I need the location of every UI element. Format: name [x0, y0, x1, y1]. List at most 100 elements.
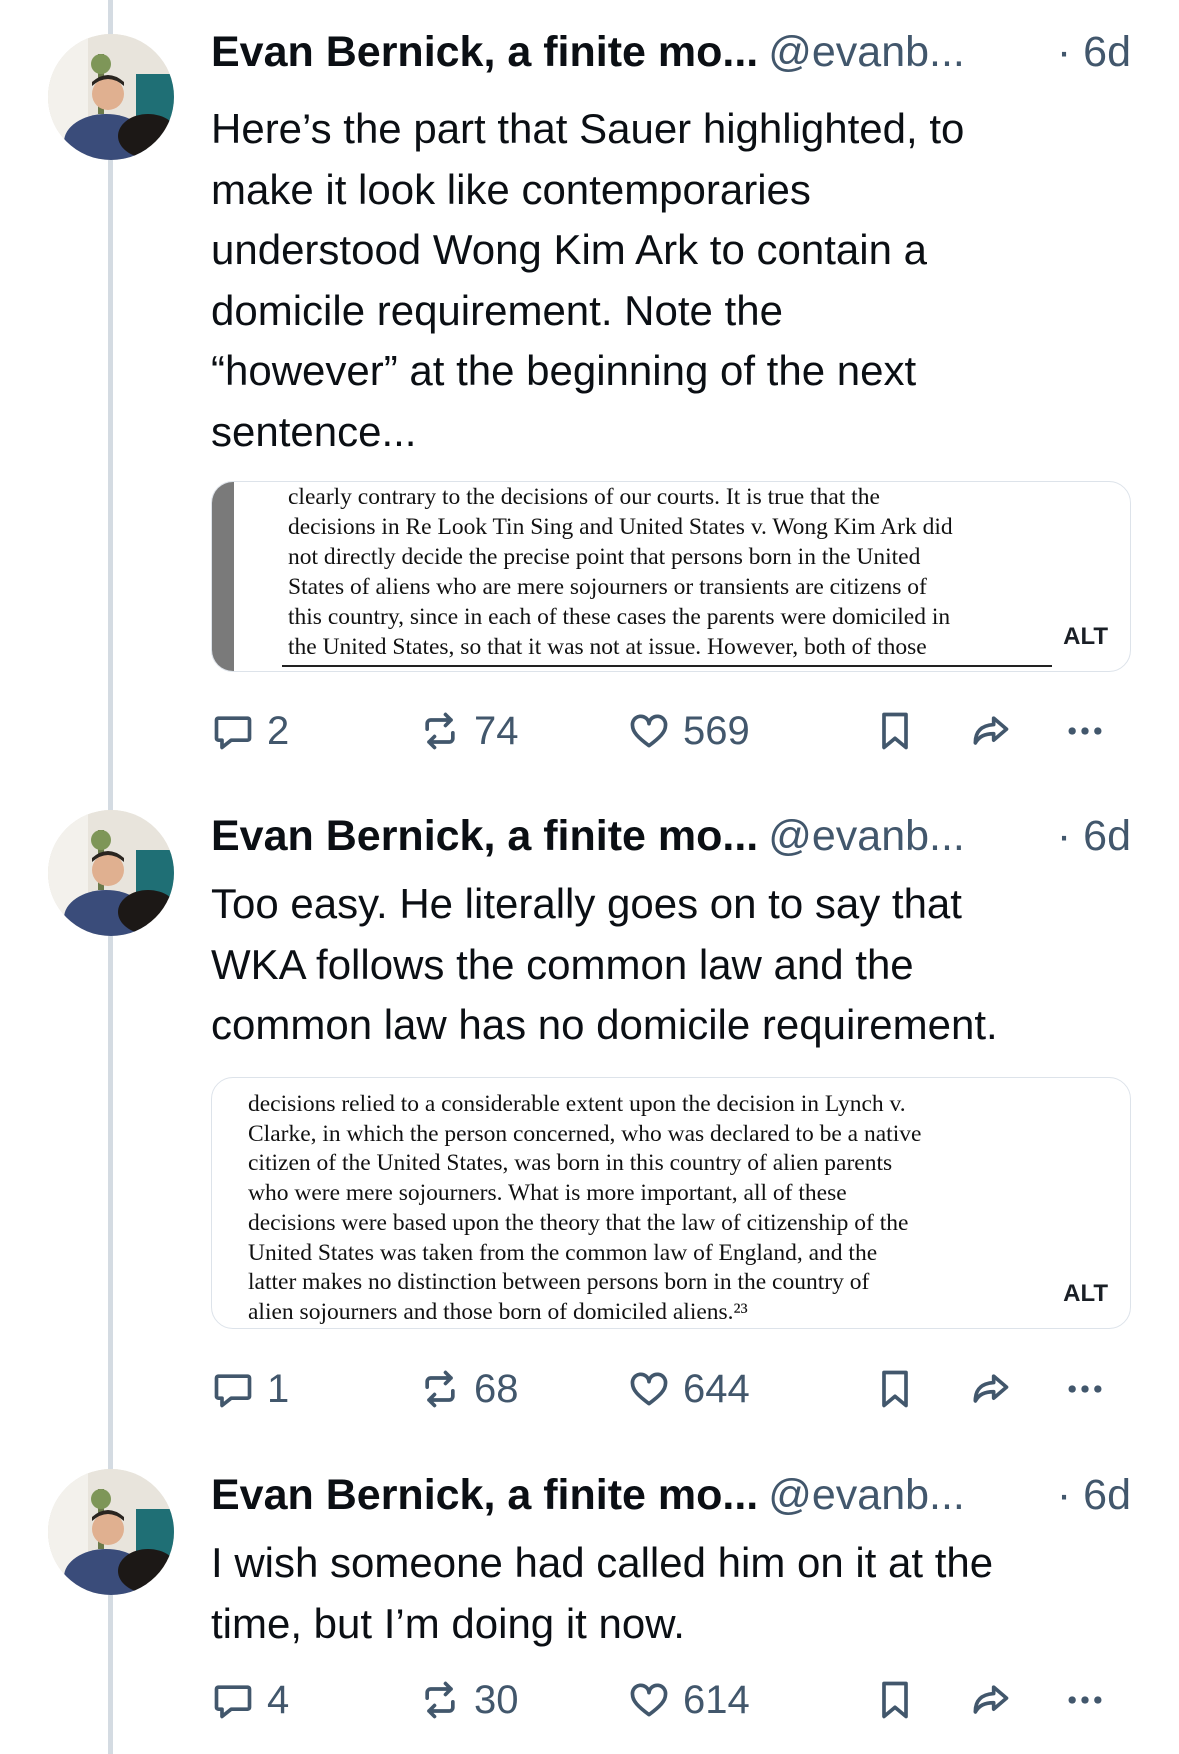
bookmark-icon [882, 1681, 908, 1719]
action-bar: 4 30 614 [211, 1672, 1131, 1728]
scanned-text: clearly contrary to the decisions of our… [288, 482, 953, 662]
scan-line: decisions relied to a considerable exten… [248, 1091, 906, 1117]
post-text-line: understood Wong Kim Ark to contain a [211, 226, 927, 273]
post-text-line: time, but I’m doing it now. [211, 1599, 685, 1647]
author-name[interactable]: Evan Bernick, a finite mo... [211, 812, 758, 860]
post-header: Evan Bernick, a finite mo... @evanb... · … [211, 1465, 1131, 1525]
like-count: 614 [683, 1678, 750, 1722]
avatar-photo [48, 34, 174, 160]
post-text-line: sentence... [211, 407, 417, 455]
author-name[interactable]: Evan Bernick, a finite mo... [211, 1471, 758, 1519]
scan-line: latter makes no distinction between pers… [248, 1269, 870, 1296]
scan-line: decisions in Re Look Tin Sing and United… [288, 514, 953, 540]
repost-count: 74 [474, 709, 519, 753]
post-text: Here’s the part that Sauer highlighted, … [211, 99, 1131, 462]
bookmark-icon [882, 712, 908, 750]
bookmark-button[interactable] [873, 1672, 917, 1728]
post-time[interactable]: · 6d [1057, 806, 1131, 866]
post-text-line: “however” at the beginning of the next [211, 347, 917, 394]
repost-button[interactable]: 74 [418, 703, 519, 759]
author-handle[interactable]: @evanb... [768, 1471, 965, 1519]
scan-line: decisions were based upon the theory tha… [248, 1209, 909, 1236]
repost-count: 30 [474, 1678, 519, 1722]
avatar-photo [48, 810, 174, 936]
post-time[interactable]: · 6d [1057, 1465, 1131, 1525]
repost-icon [425, 1681, 455, 1719]
post-text-line: Too easy. He literally goes on to say th… [211, 880, 962, 927]
more-button[interactable] [1061, 703, 1109, 759]
action-bar: 1 68 644 [211, 1361, 1131, 1417]
avatar[interactable] [48, 1469, 174, 1595]
post-header: Evan Bernick, a finite mo... @evanb... · … [211, 806, 1131, 866]
share-button[interactable] [966, 703, 1014, 759]
reply-icon [214, 716, 252, 750]
author-name[interactable]: Evan Bernick, a finite mo... [211, 28, 758, 76]
reply-button[interactable]: 2 [211, 703, 289, 759]
post-time[interactable]: · 6d [1057, 22, 1131, 82]
like-button[interactable]: 614 [627, 1672, 750, 1728]
author-handle[interactable]: @evanb... [768, 812, 965, 860]
post-text-line: domicile requirement. Note the [211, 286, 783, 334]
scan-line: clearly contrary to the decisions of our… [288, 484, 880, 510]
scan-line: citizen of the United States, was born i… [248, 1150, 893, 1177]
scan-rule [282, 665, 1052, 667]
scan-line: alien sojourners and those born of domic… [248, 1298, 748, 1325]
share-icon [973, 1374, 1009, 1403]
post-text: Too easy. He literally goes on to say th… [211, 874, 1131, 1056]
author-handle[interactable]: @evanb... [768, 28, 965, 76]
scan-line: who were mere sojourners. What is more i… [248, 1180, 847, 1207]
bookmark-button[interactable] [873, 703, 917, 759]
scan-line: this country, since in each of these cas… [288, 604, 951, 630]
more-icon [1068, 1385, 1102, 1393]
scanned-text: decisions relied to a considerable exten… [248, 1090, 921, 1328]
attached-image[interactable]: clearly contrary to the decisions of our… [211, 481, 1131, 672]
alt-badge[interactable]: ALT [1059, 1278, 1112, 1310]
post-text-line: WKA follows the common law and the [211, 940, 914, 988]
repost-icon [425, 712, 455, 750]
more-button[interactable] [1061, 1672, 1109, 1728]
bookmark-button[interactable] [873, 1361, 917, 1417]
share-button[interactable] [966, 1672, 1014, 1728]
more-button[interactable] [1061, 1361, 1109, 1417]
attached-image[interactable]: decisions relied to a considerable exten… [211, 1077, 1131, 1329]
reply-icon [214, 1685, 252, 1719]
reply-count: 1 [267, 1367, 290, 1411]
post-text-line: common law has no domicile requirement. [211, 1001, 998, 1048]
scan-left-edge [212, 482, 234, 671]
reply-count: 2 [267, 709, 290, 753]
like-count: 644 [683, 1367, 750, 1411]
repost-count: 68 [474, 1367, 519, 1411]
repost-button[interactable]: 30 [418, 1672, 519, 1728]
share-icon [973, 716, 1009, 745]
action-bar: 2 74 569 [211, 703, 1131, 759]
like-icon [630, 1683, 668, 1717]
share-button[interactable] [966, 1361, 1014, 1417]
post-text-line: make it look like contemporaries [211, 165, 811, 213]
reply-button[interactable]: 1 [211, 1361, 289, 1417]
more-icon [1068, 1696, 1102, 1704]
scan-line: Clarke, in which the person concerned, w… [248, 1120, 922, 1147]
post-text-line: Here’s the part that Sauer highlighted, … [211, 105, 965, 152]
reply-count: 4 [267, 1678, 290, 1722]
repost-button[interactable]: 68 [418, 1361, 519, 1417]
alt-badge[interactable]: ALT [1059, 621, 1112, 653]
avatar[interactable] [48, 34, 174, 160]
bookmark-icon [882, 1370, 908, 1408]
repost-icon [425, 1370, 455, 1408]
post-text-line: I wish someone had called him on it at t… [211, 1539, 994, 1586]
share-icon [973, 1685, 1009, 1714]
like-button[interactable]: 644 [627, 1361, 750, 1417]
like-count: 569 [683, 709, 750, 753]
like-icon [630, 1372, 668, 1406]
avatar[interactable] [48, 810, 174, 936]
like-icon [630, 714, 668, 748]
avatar-photo [48, 1469, 174, 1595]
reply-icon [214, 1374, 252, 1408]
post-text: I wish someone had called him on it at t… [211, 1533, 1131, 1654]
like-button[interactable]: 569 [627, 703, 750, 759]
reply-button[interactable]: 4 [211, 1672, 289, 1728]
scan-line: United States was taken from the common … [248, 1239, 878, 1266]
scan-line: not directly decide the precise point th… [288, 544, 921, 570]
more-icon [1068, 727, 1102, 735]
post-header: Evan Bernick, a finite mo... @evanb... · … [211, 22, 1131, 82]
